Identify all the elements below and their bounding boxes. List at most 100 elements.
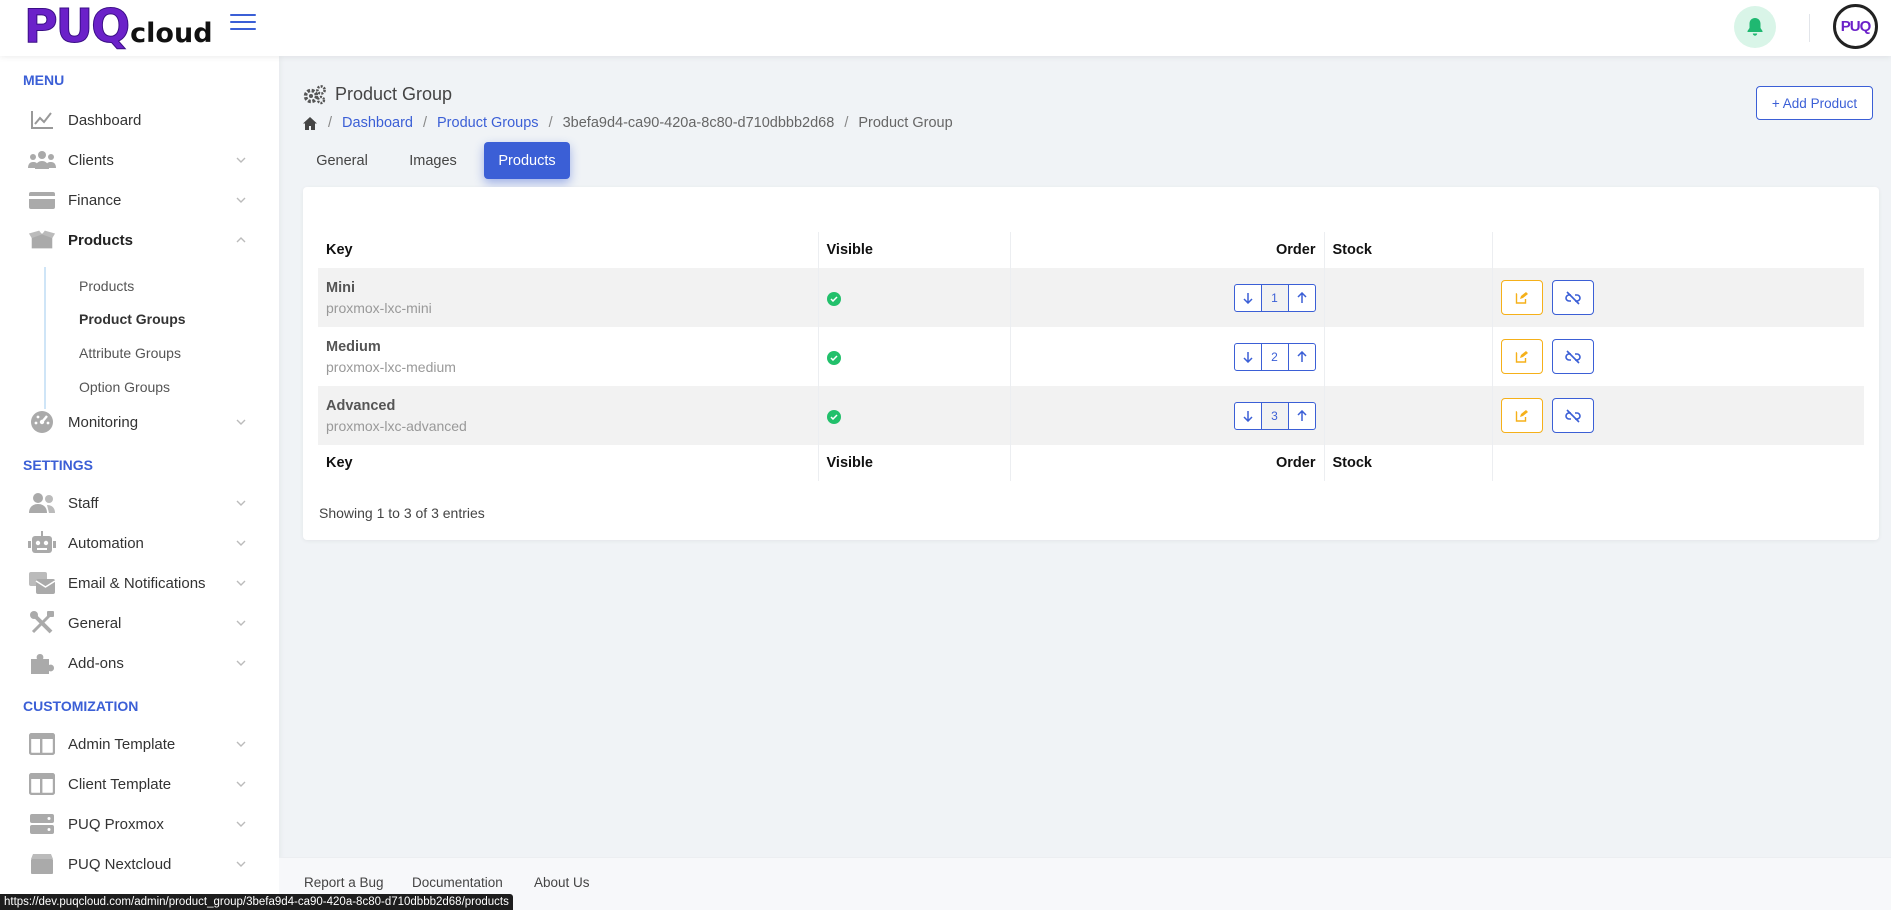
users-icon <box>28 148 56 172</box>
report-bug-link[interactable]: Report a Bug <box>304 875 384 890</box>
sidebar-item-label: Clients <box>68 151 114 169</box>
logo-sub-text: cloud <box>130 18 213 49</box>
sidebar-item-automation[interactable]: Automation <box>28 528 248 558</box>
sidebar-item-admin-template[interactable]: Admin Template <box>28 729 248 759</box>
products-card: Key Visible Order Stock Mini proxmox-lxc… <box>303 187 1879 540</box>
envelope-icon <box>28 571 56 595</box>
sidebar-item-dashboard[interactable]: Dashboard <box>28 105 248 135</box>
sidebar-item-label: Email & Notifications <box>68 574 206 592</box>
chevron-down-icon <box>234 153 248 167</box>
sidebar-item-finance[interactable]: Finance <box>28 185 248 215</box>
layout-icon <box>28 772 56 796</box>
edit-button[interactable] <box>1500 339 1543 374</box>
sidebar-item-label: PUQ Proxmox <box>68 815 164 833</box>
table-footer-row: Key Visible Order Stock <box>318 445 1864 481</box>
sidebar-item-puq-nextcloud[interactable]: PUQ Nextcloud <box>28 849 248 879</box>
sidebar-item-label: Automation <box>68 534 144 552</box>
sidebar-item-email-notifications[interactable]: Email & Notifications <box>28 568 248 598</box>
key-cell: Advanced proxmox-lxc-advanced <box>318 386 819 445</box>
logo[interactable]: PUQ cloud <box>23 3 213 50</box>
sidebar-item-label: Client Template <box>68 775 172 793</box>
sidebar-item-staff[interactable]: Staff <box>28 488 248 518</box>
about-us-link[interactable]: About Us <box>534 875 590 890</box>
sidebar-item-monitoring[interactable]: Monitoring <box>28 407 248 437</box>
edit-button[interactable] <box>1500 398 1543 433</box>
chevron-down-icon <box>234 536 248 550</box>
breadcrumb-current: Product Group <box>858 115 953 131</box>
move-down-button[interactable] <box>1233 283 1262 312</box>
sidebar-item-products[interactable]: Products <box>28 225 248 255</box>
tab-general[interactable]: General <box>302 142 382 179</box>
sidebar-item-label: Finance <box>68 191 122 209</box>
chevron-up-icon <box>234 233 248 247</box>
move-down-button[interactable] <box>1233 342 1262 371</box>
sidebar-item-label: Admin Template <box>68 735 176 753</box>
order-control: 1 <box>1233 283 1316 312</box>
column-footer-stock: Stock <box>1324 445 1493 481</box>
unlink-button[interactable] <box>1551 339 1594 374</box>
move-up-button[interactable] <box>1287 342 1316 371</box>
sidebar-item-add-ons[interactable]: Add-ons <box>28 648 248 678</box>
staff-icon <box>28 491 56 515</box>
sidebar-item-label: PUQ Nextcloud <box>68 855 172 873</box>
sidebar-item-client-template[interactable]: Client Template <box>28 769 248 799</box>
entries-info: Showing 1 to 3 of 3 entries <box>319 505 485 521</box>
visible-cell <box>818 386 1011 445</box>
breadcrumb-uuid: 3befa9d4-ca90-420a-8c80-d710dbbb2d68 <box>562 115 835 131</box>
move-up-button[interactable] <box>1287 401 1316 430</box>
tab-products[interactable]: Products <box>484 142 570 179</box>
order-value: 1 <box>1261 283 1288 312</box>
cogs-icon <box>303 84 327 105</box>
header-divider <box>1809 14 1810 42</box>
unlink-button[interactable] <box>1551 280 1594 315</box>
subitem-attribute-groups[interactable]: Attribute Groups <box>79 345 181 361</box>
subitem-products[interactable]: Products <box>79 278 134 294</box>
subitem-product-groups[interactable]: Product Groups <box>79 311 186 327</box>
column-header-stock[interactable]: Stock <box>1324 232 1493 268</box>
tab-images[interactable]: Images <box>397 142 469 179</box>
column-header-key[interactable]: Key <box>318 232 819 268</box>
menu-heading: MENU <box>23 72 65 88</box>
sidebar-item-label: Monitoring <box>68 413 139 431</box>
breadcrumb-product-groups-link[interactable]: Product Groups <box>437 115 539 131</box>
credit-card-icon <box>28 188 56 212</box>
chevron-down-icon <box>234 777 248 791</box>
actions-cell <box>1492 327 1864 386</box>
top-header: PUQ cloud PUQ <box>0 0 1891 56</box>
breadcrumb-separator: / <box>548 115 553 131</box>
visible-cell <box>818 268 1011 327</box>
column-footer-actions <box>1492 445 1864 481</box>
unlink-button[interactable] <box>1551 398 1594 433</box>
settings-heading: SETTINGS <box>23 457 94 473</box>
table-row: Advanced proxmox-lxc-advanced 3 <box>318 386 1864 445</box>
documentation-link[interactable]: Documentation <box>412 875 503 890</box>
edit-button[interactable] <box>1500 280 1543 315</box>
sidebar-item-puq-proxmox[interactable]: PUQ Proxmox <box>28 809 248 839</box>
hamburger-menu-icon[interactable] <box>230 14 256 34</box>
stock-cell <box>1324 386 1493 445</box>
column-header-actions <box>1492 232 1864 268</box>
home-icon[interactable] <box>302 116 318 131</box>
table-row: Medium proxmox-lxc-medium 2 <box>318 327 1864 386</box>
product-name: Mini <box>326 279 355 296</box>
chevron-down-icon <box>234 817 248 831</box>
page-title: Product Group <box>303 84 452 105</box>
notifications-bell-icon[interactable] <box>1734 6 1776 48</box>
sidebar-item-label: Products <box>68 231 134 249</box>
products-table: Key Visible Order Stock Mini proxmox-lxc… <box>318 232 1864 481</box>
sidebar-item-general[interactable]: General <box>28 608 248 638</box>
move-up-button[interactable] <box>1287 283 1316 312</box>
column-header-order[interactable]: Order <box>1010 232 1325 268</box>
add-product-button[interactable]: + Add Product <box>1756 86 1873 120</box>
user-avatar[interactable]: PUQ <box>1833 4 1878 49</box>
tools-icon <box>28 611 56 635</box>
layout-icon <box>28 732 56 756</box>
column-footer-key: Key <box>318 445 819 481</box>
breadcrumb-dashboard-link[interactable]: Dashboard <box>342 115 413 131</box>
column-header-visible[interactable]: Visible <box>818 232 1011 268</box>
subitem-option-groups[interactable]: Option Groups <box>79 379 170 395</box>
breadcrumb-separator: / <box>844 115 849 131</box>
chevron-down-icon <box>234 415 248 429</box>
sidebar-item-clients[interactable]: Clients <box>28 145 248 175</box>
move-down-button[interactable] <box>1233 401 1262 430</box>
